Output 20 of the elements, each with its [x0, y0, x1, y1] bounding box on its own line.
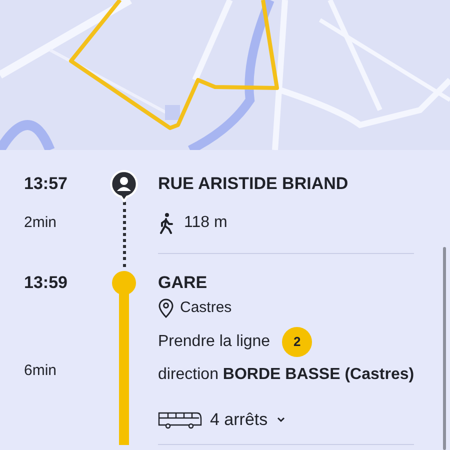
- scrollbar[interactable]: [443, 247, 446, 450]
- walk-path-line: [122, 202, 126, 267]
- city-name: Castres: [180, 298, 232, 318]
- departure-time: 13:57: [23, 173, 68, 196]
- chevron-icon: [276, 416, 286, 424]
- duration: 6min: [24, 360, 57, 380]
- stop-name: GARE: [157, 272, 208, 294]
- stop-name: RUE ARISTIDE BRIAND: [157, 173, 350, 196]
- line-number-badge: 2: [282, 327, 312, 357]
- location-pin-icon: [158, 298, 174, 318]
- person-marker-icon: [110, 170, 138, 204]
- stops-toggle[interactable]: 4 arrêts: [158, 407, 286, 432]
- stop-marker: [112, 271, 136, 295]
- walking-person-icon: [158, 212, 174, 234]
- walk-distance: 118 m: [184, 213, 228, 233]
- duration: 2min: [24, 213, 57, 233]
- bus-icon: [158, 410, 202, 429]
- direction-text: direction BORDE BASSE (Castres): [158, 365, 414, 385]
- line-instruction: Prendre la ligne: [158, 332, 270, 352]
- departure-time: 13:59: [23, 272, 68, 294]
